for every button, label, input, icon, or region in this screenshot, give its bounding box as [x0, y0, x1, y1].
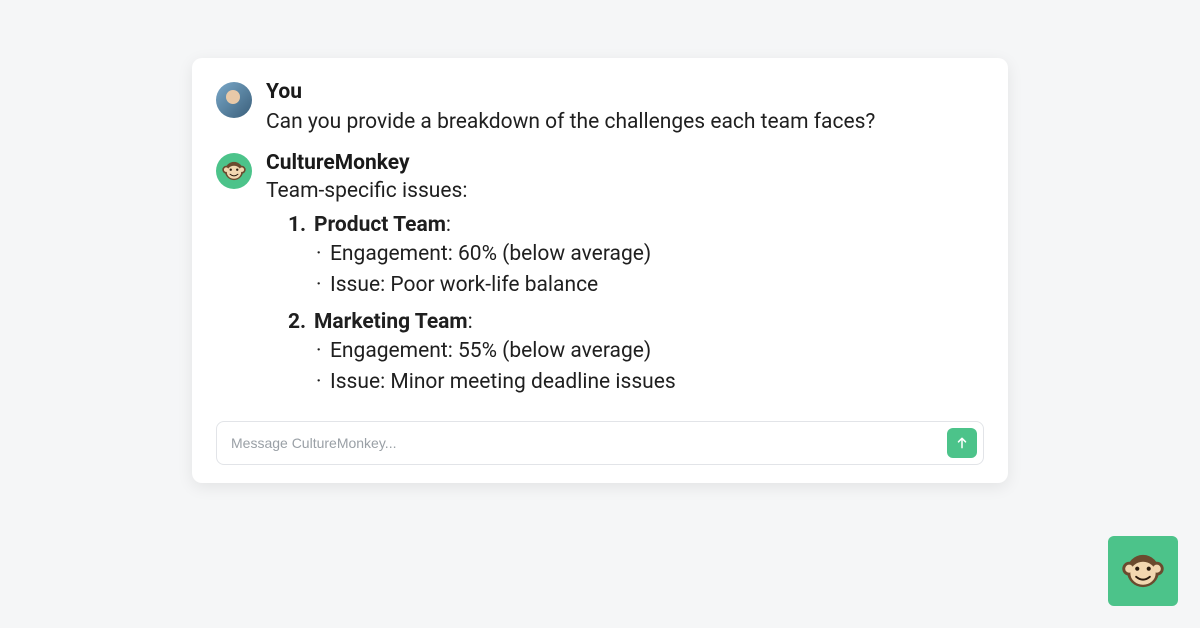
bullet-item: ·Engagement: 60% (below average) — [316, 239, 984, 269]
team-number: 2. — [288, 310, 314, 334]
arrow-up-icon — [955, 436, 969, 450]
team-number: 1. — [288, 213, 314, 237]
user-message-body: You Can you provide a breakdown of the c… — [266, 80, 984, 137]
bot-message: CultureMonkey Team-specific issues: 1. P… — [216, 151, 984, 407]
user-author-label: You — [266, 80, 984, 104]
bot-author-label: CultureMonkey — [266, 151, 984, 175]
chat-card: You Can you provide a breakdown of the c… — [192, 58, 1008, 483]
team-name: Product Team — [314, 213, 446, 237]
chat-input[interactable] — [216, 421, 984, 465]
monkey-icon — [221, 158, 247, 184]
monkey-icon — [1120, 548, 1166, 594]
send-button[interactable] — [947, 428, 977, 458]
list-item: 1. Product Team: ·Engagement: 60% (below… — [288, 213, 984, 300]
team-bullets: ·Engagement: 60% (below average) ·Issue:… — [288, 239, 984, 300]
bullet-item: ·Engagement: 55% (below average) — [316, 336, 984, 366]
team-bullets: ·Engagement: 55% (below average) ·Issue:… — [288, 336, 984, 397]
user-message: You Can you provide a breakdown of the c… — [216, 80, 984, 137]
bullet-text: Issue: Minor meeting deadline issues — [330, 370, 676, 394]
bot-avatar — [216, 153, 252, 189]
bullet-item: ·Issue: Poor work-life balance — [316, 270, 984, 300]
bullet-item: ·Issue: Minor meeting deadline issues — [316, 367, 984, 397]
user-message-text: Can you provide a breakdown of the chall… — [266, 108, 984, 137]
chat-input-container — [216, 421, 984, 465]
chat-launcher-button[interactable] — [1108, 536, 1178, 606]
bullet-text: Engagement: 55% (below average) — [330, 339, 651, 363]
user-avatar — [216, 82, 252, 118]
team-heading: 1. Product Team: — [288, 213, 984, 237]
bot-message-body: CultureMonkey Team-specific issues: 1. P… — [266, 151, 984, 407]
bullet-text: Engagement: 60% (below average) — [330, 242, 651, 266]
team-name: Marketing Team — [314, 310, 468, 334]
bullet-text: Issue: Poor work-life balance — [330, 273, 598, 297]
team-list: 1. Product Team: ·Engagement: 60% (below… — [266, 213, 984, 397]
list-item: 2. Marketing Team: ·Engagement: 55% (bel… — [288, 310, 984, 397]
team-heading: 2. Marketing Team: — [288, 310, 984, 334]
bot-response-heading: Team-specific issues: — [266, 179, 984, 203]
